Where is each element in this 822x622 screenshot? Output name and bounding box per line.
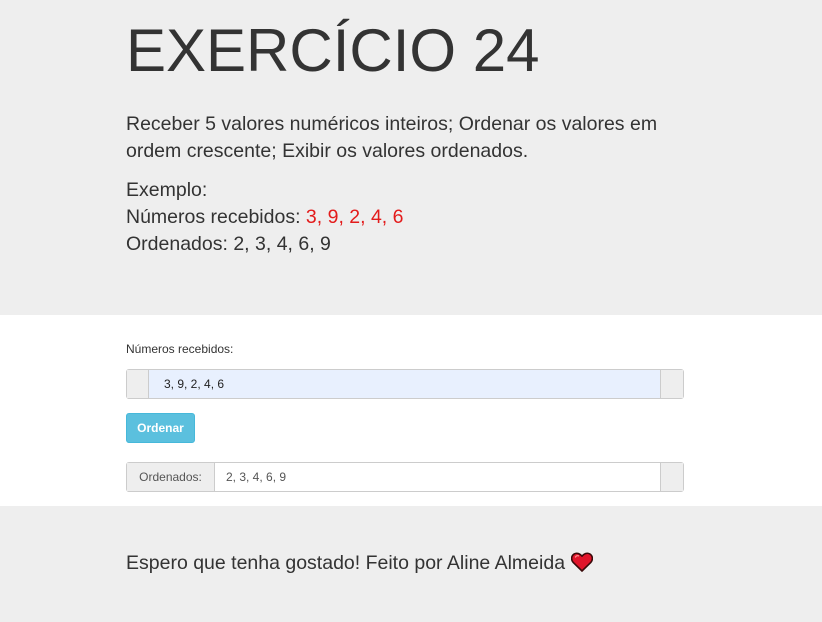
example-sorted-line: Ordenados: 2, 3, 4, 6, 9 — [126, 231, 666, 258]
example-received-label: Números recebidos: — [126, 206, 306, 228]
example-received-line: Números recebidos: 3, 9, 2, 4, 6 — [126, 204, 666, 231]
heart-icon — [570, 552, 594, 572]
form-section: Números recebidos: Ordenar Ordenados: — [0, 315, 822, 506]
exercise-description: Receber 5 valores numéricos inteiros; Or… — [126, 113, 658, 162]
sorted-output-label: Ordenados: — [127, 463, 215, 491]
output-addon-right — [660, 463, 683, 491]
example-sorted-label: Ordenados: — [126, 233, 234, 255]
footer: Espero que tenha gostado! Feito por Alin… — [0, 506, 822, 622]
input-addon-left — [127, 370, 149, 398]
numbers-input-label: Números recebidos: — [126, 342, 234, 356]
numbers-input-group — [126, 369, 684, 399]
page-title: EXERCÍCIO 24 — [126, 17, 540, 84]
sort-button[interactable]: Ordenar — [126, 413, 195, 443]
example-block: Exemplo: Números recebidos: 3, 9, 2, 4, … — [126, 177, 666, 258]
example-received-value: 3, 9, 2, 4, 6 — [305, 206, 404, 228]
footer-text: Espero que tenha gostado! Feito por Alin… — [126, 552, 566, 574]
example-sorted-value: 2, 3, 4, 6, 9 — [233, 233, 331, 255]
sorted-output-field[interactable] — [215, 463, 661, 491]
input-addon-right — [660, 370, 683, 398]
example-label: Exemplo: — [126, 179, 208, 201]
jumbotron: EXERCÍCIO 24 Receber 5 valores numéricos… — [0, 0, 822, 315]
footer-line: Espero que tenha gostado! Feito por Alin… — [126, 550, 594, 576]
sorted-output-group: Ordenados: — [126, 462, 684, 492]
numbers-input[interactable] — [149, 370, 661, 398]
